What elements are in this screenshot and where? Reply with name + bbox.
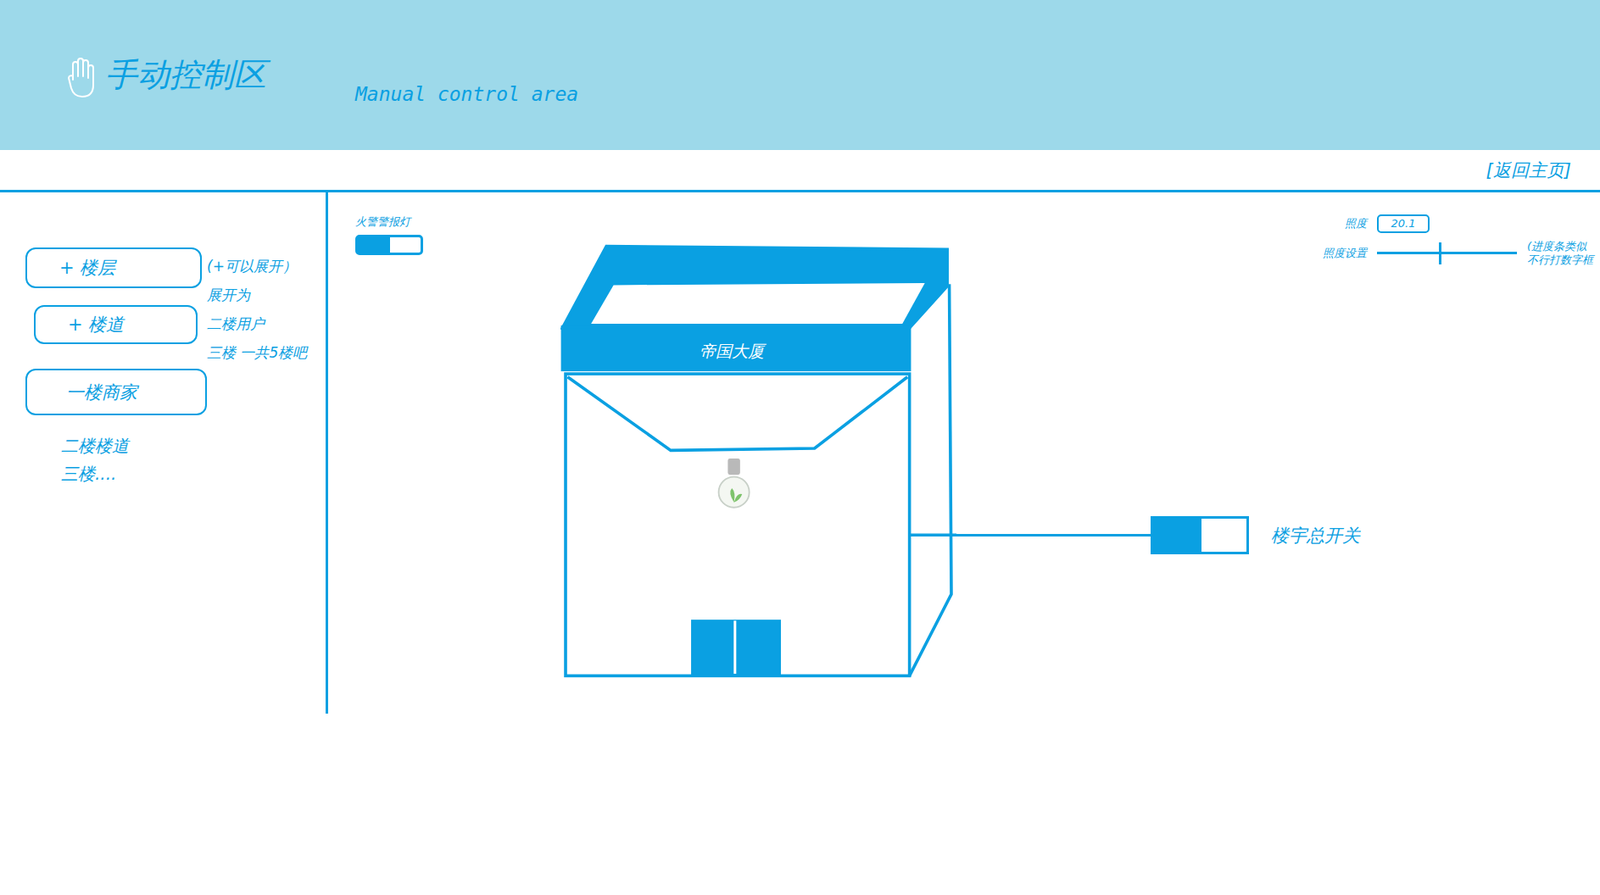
door[interactable] <box>691 619 781 676</box>
master-switch-group: 楼宇总开关 <box>956 516 1361 555</box>
sidebar-list: + 楼层 + 楼道一楼商家 二楼楼道三楼.... <box>25 247 207 714</box>
top-row: 火警警报灯 照度 20.1 照度设置 (进度条类似不行打数字框 <box>355 214 1594 268</box>
sidebar-item[interactable]: + 楼层 <box>25 247 202 289</box>
building-side <box>909 284 952 676</box>
slider-thumb[interactable] <box>1438 242 1442 265</box>
fire-alarm-toggle[interactable] <box>355 234 424 256</box>
sidebar-sub-item[interactable]: 二楼楼道 <box>61 432 129 461</box>
illuminance-label: 照度 <box>1344 216 1367 232</box>
annotation: 二楼用户 <box>206 309 307 339</box>
fire-alarm-label: 火警警报灯 <box>355 214 424 230</box>
annotation: 展开为 <box>206 280 307 310</box>
master-switch-label: 楼宇总开关 <box>1271 524 1361 548</box>
wire <box>909 533 957 537</box>
slider-track <box>1377 251 1517 255</box>
master-switch-toggle[interactable] <box>1150 516 1249 555</box>
page-title: 手动控制区 <box>105 53 267 97</box>
building-diagram: 帝国大厦 <box>560 243 957 680</box>
sidebar-item[interactable]: + 楼道 <box>33 305 198 345</box>
illuminance-panel: 照度 20.1 照度设置 (进度条类似不行打数字框 <box>1322 214 1594 268</box>
annotation-line: (进度条类似 <box>1527 239 1594 254</box>
illuminance-value[interactable]: 20.1 <box>1377 214 1430 234</box>
sidebar-sub-list: 二楼楼道三楼.... <box>25 432 129 489</box>
toggle-knob <box>1153 518 1202 552</box>
sidebar-sub-item[interactable]: 三楼.... <box>61 460 129 489</box>
building-ceiling <box>567 377 908 452</box>
nav-row: [返回主页] <box>0 150 1600 193</box>
roof-window <box>590 283 926 324</box>
content: + 楼层+ 楼道一楼商家 二楼楼道三楼.... (+可以展开）展开为二楼用户三楼… <box>0 192 1600 714</box>
annotation: 三楼 一共5楼吧 <box>206 338 307 368</box>
hand-icon <box>66 55 97 99</box>
annotation: (+可以展开） <box>206 251 307 281</box>
manual-control-page: 手动控制区 Manual control area [返回主页] + 楼层+ 楼… <box>0 0 1600 895</box>
slider-annotation: (进度条类似不行打数字框 <box>1527 239 1594 268</box>
wire <box>956 534 1151 537</box>
header-bar: 手动控制区 Manual control area <box>0 0 1600 151</box>
bulb-icon[interactable] <box>719 458 750 508</box>
sidebar-item[interactable]: 一楼商家 <box>25 368 207 416</box>
building-name: 帝国大厦 <box>699 341 767 362</box>
fire-alarm: 火警警报灯 <box>355 214 424 256</box>
sidebar: + 楼层+ 楼道一楼商家 二楼楼道三楼.... (+可以展开）展开为二楼用户三楼… <box>0 192 329 714</box>
back-home-link[interactable]: [返回主页] <box>1486 158 1572 183</box>
building-sign <box>562 327 909 371</box>
control-area: 火警警报灯 照度 20.1 照度设置 (进度条类似不行打数字框 帝国大厦 楼宇总… <box>328 192 1600 714</box>
building-body <box>565 373 910 676</box>
illuminance-slider[interactable] <box>1377 242 1517 265</box>
building-roof <box>562 246 948 329</box>
page-subtitle: Manual control area <box>355 83 579 106</box>
illuminance-setting-label: 照度设置 <box>1322 245 1367 262</box>
toggle-knob <box>357 237 391 253</box>
building-row: 帝国大厦 楼宇总开关 <box>560 243 1594 680</box>
annotation-line: 不行打数字框 <box>1527 253 1594 268</box>
sidebar-notes: (+可以展开）展开为二楼用户三楼 一共5楼吧 <box>206 247 307 714</box>
